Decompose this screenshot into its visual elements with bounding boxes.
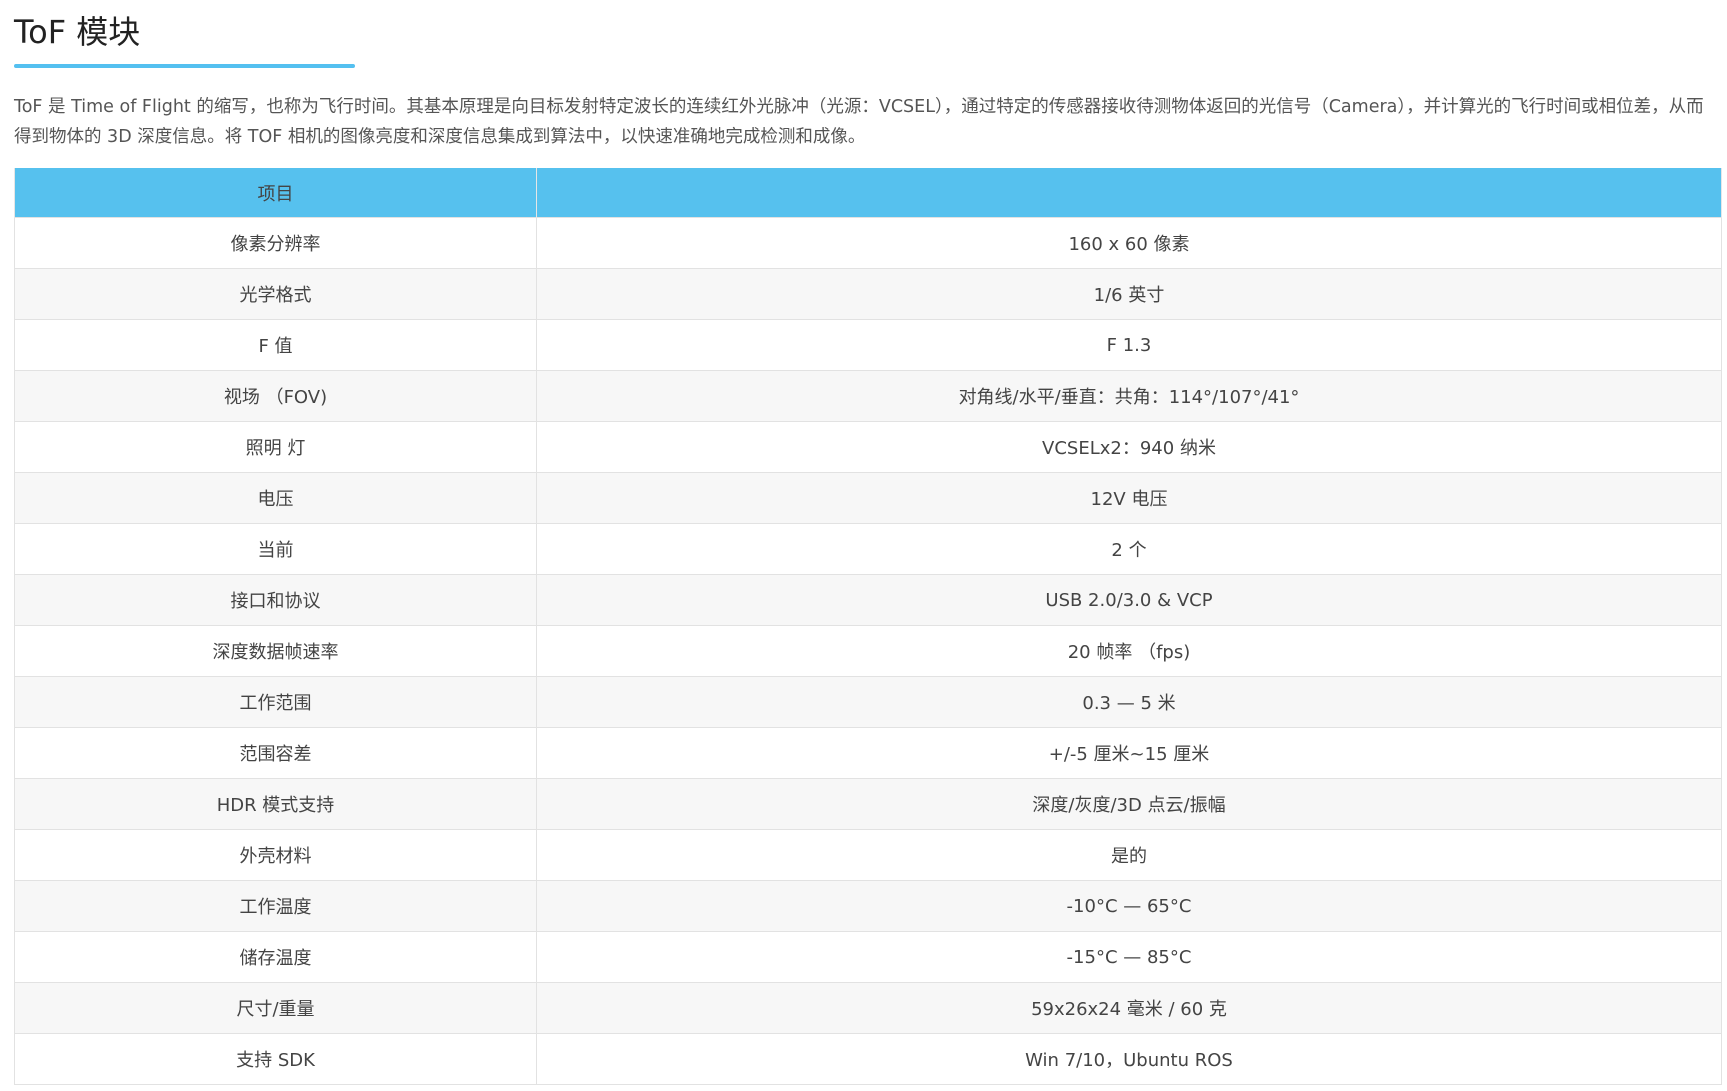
intro-paragraph: ToF 是 Time of Flight 的缩写，也称为飞行时间。其基本原理是向…: [14, 97, 1704, 147]
table-row: 工作范围 0.3 — 5 米: [14, 676, 1722, 728]
spec-label: 光学格式: [14, 268, 537, 320]
table-row: 储存温度 -15°C — 85°C: [14, 931, 1722, 983]
spec-value: 深度/灰度/3D 点云/振幅: [536, 778, 1722, 830]
spec-value: 20 帧率 （fps): [536, 625, 1722, 677]
table-body: 像素分辨率 160 x 60 像素 光学格式 1/6 英寸 F 值F 1.3 视场 （FO…: [14, 217, 1722, 1085]
section-title: ToF 模块: [14, 13, 141, 51]
spec-value: -10°C — 65°C: [536, 880, 1722, 932]
table-row: 工作温度 -10°C — 65°C: [14, 880, 1722, 932]
spec-label: 外壳材料: [14, 829, 537, 881]
spec-value: -15°C — 85°C: [536, 931, 1722, 983]
header-item: 项目: [14, 168, 537, 218]
spec-value: 59x26x24 毫米 / 60 克: [536, 982, 1722, 1034]
table-row: 光学格式 1/6 英寸: [14, 268, 1722, 320]
spec-value: 对角线/水平/垂直：共角：114°/107°/41°: [536, 370, 1722, 422]
table-row: HDR 模式支持 深度/灰度/3D 点云/振幅: [14, 778, 1722, 830]
tof-module-section: ToF 模块 ToF 是 Time of Flight 的缩写，也称为飞行时间。…: [0, 0, 1727, 1091]
spec-value: 0.3 — 5 米: [536, 676, 1722, 728]
spec-value: Win 7/10，Ubuntu ROS: [536, 1033, 1722, 1085]
table-row: 支持 SDK Win 7/10，Ubuntu ROS: [14, 1033, 1722, 1085]
spec-value: 2 个: [536, 523, 1722, 575]
spec-table: 项目 像素分辨率 160 x 60 像素 光学格式 1/6 英寸 F 值F 1.3 视场 …: [14, 168, 1722, 1085]
spec-label: 工作范围: [14, 676, 537, 728]
table-row: 外壳材料 是的: [14, 829, 1722, 881]
spec-label: 电压: [14, 472, 537, 524]
spec-label: 像素分辨率: [14, 217, 537, 269]
spec-value: 12V 电压: [536, 472, 1722, 524]
spec-value: F 1.3: [536, 319, 1722, 371]
table-row: 照明 灯 VCSELx2：940 纳米: [14, 421, 1722, 473]
spec-label: 当前: [14, 523, 537, 575]
spec-label: 接口和协议: [14, 574, 537, 626]
title-underline: [14, 64, 355, 68]
table-row: 接口和协议 USB 2.0/3.0 & VCP: [14, 574, 1722, 626]
spec-label: 尺寸/重量: [14, 982, 537, 1034]
spec-value: 是的: [536, 829, 1722, 881]
spec-label: 支持 SDK: [14, 1033, 537, 1085]
spec-value: 1/6 英寸: [536, 268, 1722, 320]
table-row: 尺寸/重量 59x26x24 毫米 / 60 克: [14, 982, 1722, 1034]
spec-label: 工作温度: [14, 880, 537, 932]
spec-label: 照明 灯: [14, 421, 537, 473]
spec-value: 160 x 60 像素: [536, 217, 1722, 269]
spec-label: 范围容差: [14, 727, 537, 779]
table-row: 深度数据帧速率 20 帧率 （fps): [14, 625, 1722, 677]
spec-label: 视场 （FOV): [14, 370, 537, 422]
spec-value: VCSELx2：940 纳米: [536, 421, 1722, 473]
spec-label: F 值: [14, 319, 537, 371]
table-header-row: 项目: [14, 168, 1722, 218]
table-row: 像素分辨率 160 x 60 像素: [14, 217, 1722, 269]
table-row: 电压 12V 电压: [14, 472, 1722, 524]
table-row: F 值F 1.3: [14, 319, 1722, 371]
table-row: 视场 （FOV) 对角线/水平/垂直：共角：114°/107°/41°: [14, 370, 1722, 422]
header-value: [536, 168, 1722, 218]
spec-value: USB 2.0/3.0 & VCP: [536, 574, 1722, 626]
spec-value: +/-5 厘米~15 厘米: [536, 727, 1722, 779]
spec-label: HDR 模式支持: [14, 778, 537, 830]
spec-label: 储存温度: [14, 931, 537, 983]
spec-label: 深度数据帧速率: [14, 625, 537, 677]
table-row: 当前 2 个: [14, 523, 1722, 575]
table-row: 范围容差 +/-5 厘米~15 厘米: [14, 727, 1722, 779]
